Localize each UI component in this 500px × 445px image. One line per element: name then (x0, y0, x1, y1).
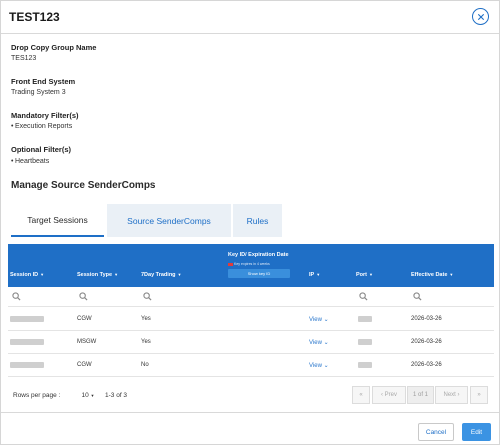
tab-bar: Target Sessions Source SenderComps Rules (11, 204, 282, 237)
ip-view-label: View (309, 363, 322, 369)
sort-down-icon: ▼ (449, 272, 454, 277)
key-expiry-warning: Key expires in 4 weeks (228, 262, 270, 266)
dialog-footer: Cancel Edit (1, 412, 499, 445)
redacted-port (358, 316, 372, 322)
col-ip-label: IP (309, 272, 315, 278)
front-end-value: Trading System 3 (11, 89, 66, 96)
mandatory-filter-item: Execution Reports (11, 123, 72, 130)
search-icon[interactable] (79, 292, 88, 301)
cell-7day-trading: Yes (141, 339, 151, 345)
next-page-button[interactable]: Next › (435, 386, 468, 404)
search-icon[interactable] (12, 292, 21, 301)
search-icon[interactable] (413, 292, 422, 301)
table-row[interactable]: CGW No View ⌄ 2026-03-26 (8, 354, 494, 377)
group-name-label: Drop Copy Group Name (11, 43, 97, 52)
redacted-session-id (10, 339, 44, 345)
sort-down-icon: ▼ (40, 272, 45, 277)
cell-effective-date: 2026-03-26 (411, 362, 442, 368)
cell-session-type: CGW (77, 316, 92, 322)
warning-swatch-icon (228, 262, 233, 266)
dialog-title: TEST123 (9, 10, 60, 24)
sort-down-icon: ▼ (316, 272, 321, 277)
table-row[interactable]: MSGW Yes View ⌄ 2026-03-26 (8, 331, 494, 354)
dropdown-arrow-icon: ▼ (90, 392, 95, 398)
cancel-button[interactable]: Cancel (418, 423, 454, 441)
table-row[interactable]: CGW Yes View ⌄ 2026-03-26 (8, 308, 494, 331)
cell-7day-trading: No (141, 362, 149, 368)
redacted-port (358, 339, 372, 345)
col-port[interactable]: Port ▼ (356, 272, 373, 278)
dialog: TEST123 Drop Copy Group Name TES123 Fron… (0, 0, 500, 445)
mandatory-filters-label: Mandatory Filter(s) (11, 111, 79, 120)
redacted-port (358, 362, 372, 368)
ip-view-label: View (309, 317, 322, 323)
search-icon[interactable] (359, 292, 368, 301)
cell-7day-trading: Yes (141, 316, 151, 322)
col-session-type-label: Session Type (77, 272, 113, 278)
show-key-id-button[interactable]: Show key ID (228, 269, 290, 278)
ip-view-label: View (309, 340, 322, 346)
col-7day-trading[interactable]: 7Day Trading ▼ (141, 272, 182, 278)
chevron-down-icon: ⌄ (323, 317, 329, 323)
col-ip[interactable]: IP ▼ (309, 272, 320, 278)
sort-down-icon: ▼ (177, 272, 182, 277)
rows-per-page-select[interactable]: 10 ▼ (77, 388, 99, 402)
grid-header: Session ID ▼ Session Type ▼ 7Day Trading ▼ … (8, 244, 494, 287)
col-7day-trading-label: 7Day Trading (141, 272, 176, 278)
search-icon[interactable] (143, 292, 152, 301)
show-key-id-label: Show key ID (247, 271, 271, 276)
group-name-value: TES123 (11, 55, 37, 62)
chevron-down-icon: ⌄ (323, 340, 329, 346)
section-title: Manage Source SenderComps (11, 180, 156, 191)
pagination: Rows per page : 10 ▼ 1-3 of 3 « ‹ Prev 1… (1, 384, 500, 408)
tab-rules[interactable]: Rules (233, 204, 282, 237)
sort-down-icon: ▼ (114, 272, 119, 277)
filter-row (8, 287, 494, 307)
tab-target-sessions[interactable]: Target Sessions (11, 204, 104, 237)
last-page-button[interactable]: » (470, 386, 488, 404)
edit-button[interactable]: Edit (462, 423, 491, 441)
col-effective-date[interactable]: Effective Date ▼ (411, 272, 453, 278)
cell-effective-date: 2026-03-26 (411, 339, 442, 345)
col-session-id-label: Session ID (10, 272, 39, 278)
key-expiry-warning-text: Key expires in 4 weeks (234, 262, 270, 266)
cell-session-type: CGW (77, 362, 92, 368)
col-effective-date-label: Effective Date (411, 272, 448, 278)
col-session-id[interactable]: Session ID ▼ (10, 272, 44, 278)
col-session-type[interactable]: Session Type ▼ (77, 272, 118, 278)
redacted-session-id (10, 362, 44, 368)
cell-session-type: MSGW (77, 339, 97, 345)
cell-effective-date: 2026-03-26 (411, 316, 442, 322)
ip-view-link[interactable]: View ⌄ (309, 339, 329, 346)
row-range: 1-3 of 3 (105, 392, 128, 399)
ip-view-link[interactable]: View ⌄ (309, 362, 329, 369)
prev-page-button[interactable]: ‹ Prev (372, 386, 406, 404)
col-key-id: Key ID/ Expiration Date (228, 252, 289, 258)
rows-per-page-label: Rows per page : (13, 392, 61, 399)
sort-down-icon: ▼ (369, 272, 373, 277)
tab-source-sendercomps[interactable]: Source SenderComps (107, 204, 231, 237)
chevron-down-icon: ⌄ (323, 363, 329, 369)
optional-filters-label: Optional Filter(s) (11, 145, 71, 154)
ip-view-link[interactable]: View ⌄ (309, 316, 329, 323)
page-indicator: 1 of 1 (407, 386, 434, 404)
redacted-session-id (10, 316, 44, 322)
close-icon[interactable] (472, 8, 489, 25)
rows-per-page-value: 10 (81, 391, 89, 399)
col-port-label: Port (356, 272, 367, 278)
dialog-header: TEST123 (1, 1, 499, 34)
front-end-label: Front End System (11, 77, 76, 86)
optional-filter-item: Heartbeats (11, 158, 49, 165)
first-page-button[interactable]: « (352, 386, 370, 404)
